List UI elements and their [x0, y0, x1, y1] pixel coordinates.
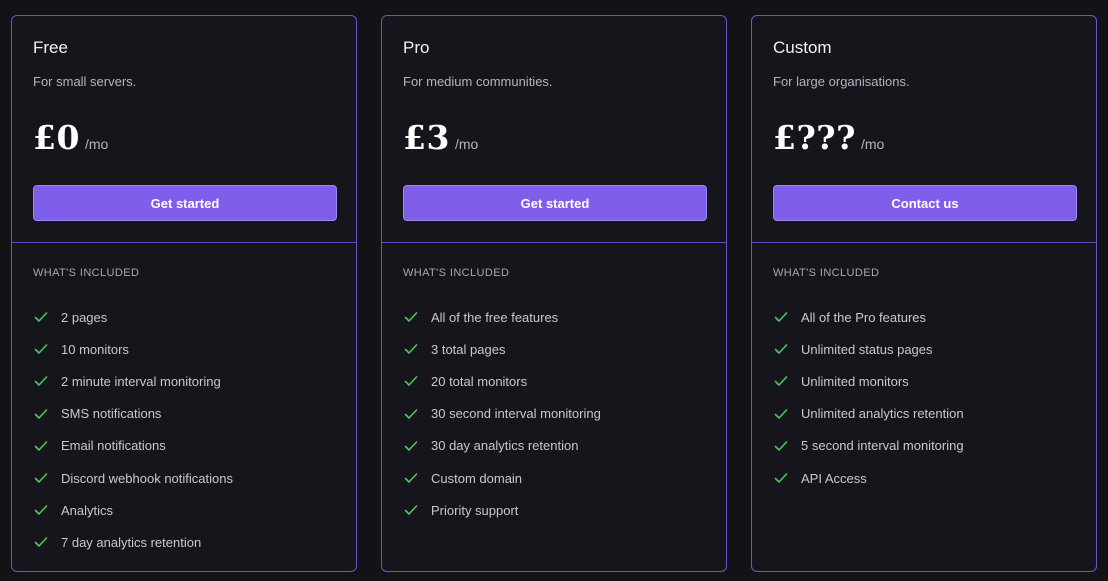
plan-card-free: Free For small servers. £0 /mo Get start… — [11, 15, 357, 572]
get-started-button[interactable]: Get started — [403, 185, 707, 221]
whats-included-label: WHAT'S INCLUDED — [773, 267, 880, 279]
feature-list: All of the free features 3 total pages 20 … — [403, 301, 601, 526]
plan-header: Custom For large organisations. £??? /mo… — [752, 16, 1096, 243]
plan-description: For small servers. — [33, 74, 137, 89]
get-started-button[interactable]: Get started — [33, 185, 337, 221]
price-row: £0 /mo — [33, 118, 108, 157]
plan-card-custom: Custom For large organisations. £??? /mo… — [751, 15, 1097, 572]
feature-list: 2 pages 10 monitors 2 minute interval moni… — [33, 301, 233, 559]
plan-name: Pro — [403, 38, 430, 57]
check-icon — [404, 505, 418, 516]
feature-label: 20 total monitors — [431, 373, 528, 389]
feature-item: SMS notifications — [33, 398, 233, 430]
plan-price: £??? — [773, 118, 856, 157]
whats-included-label: WHAT'S INCLUDED — [403, 267, 510, 279]
feature-label: SMS notifications — [61, 406, 162, 422]
feature-item: 10 monitors — [33, 333, 233, 365]
pricing-plans: Free For small servers. £0 /mo Get start… — [0, 0, 1108, 581]
check-icon — [34, 441, 48, 451]
check-icon — [34, 344, 48, 355]
check-icon — [404, 376, 418, 387]
price-period: /mo — [860, 136, 885, 152]
feature-label: 5 second interval monitoring — [801, 438, 964, 454]
feature-item: 30 day analytics retention — [403, 430, 601, 462]
feature-label: Custom domain — [431, 470, 523, 486]
check-icon — [404, 312, 418, 322]
price-row: £3 /mo — [403, 118, 478, 157]
feature-item: Discord webhook notifications — [33, 462, 233, 494]
feature-item: 2 minute interval monitoring — [33, 365, 233, 397]
feature-item: Unlimited analytics retention — [773, 398, 964, 430]
feature-label: 10 monitors — [61, 341, 129, 357]
price-period: /mo — [84, 136, 109, 152]
check-icon — [34, 505, 48, 516]
plan-name: Free — [33, 38, 68, 57]
contact-us-button[interactable]: Contact us — [773, 185, 1077, 221]
check-icon — [404, 408, 418, 419]
feature-label: 2 pages — [61, 309, 108, 325]
plan-description: For medium communities. — [403, 74, 553, 89]
feature-label: API Access — [801, 470, 867, 486]
price-row: £??? /mo — [773, 118, 884, 157]
check-icon — [34, 473, 48, 483]
check-icon — [774, 473, 788, 483]
feature-label: 30 second interval monitoring — [431, 406, 601, 422]
feature-item: Custom domain — [403, 462, 601, 494]
check-icon — [774, 312, 788, 322]
feature-item: 30 second interval monitoring — [403, 398, 601, 430]
check-icon — [34, 312, 48, 322]
whats-included-label: WHAT'S INCLUDED — [33, 267, 140, 279]
feature-item: Unlimited status pages — [773, 333, 964, 365]
plan-price: £3 — [403, 118, 450, 157]
feature-item: Priority support — [403, 494, 601, 526]
feature-item: Unlimited monitors — [773, 365, 964, 397]
feature-label: 3 total pages — [431, 341, 506, 357]
feature-label: Priority support — [431, 502, 519, 518]
feature-label: All of the Pro features — [801, 309, 927, 325]
check-icon — [34, 537, 48, 548]
feature-label: 7 day analytics retention — [61, 534, 202, 550]
feature-label: Unlimited status pages — [801, 341, 933, 357]
feature-label: 2 minute interval monitoring — [61, 373, 221, 389]
plan-name: Custom — [773, 38, 832, 57]
check-icon — [774, 408, 788, 419]
feature-item: 5 second interval monitoring — [773, 430, 964, 462]
check-icon — [404, 441, 418, 451]
feature-label: Email notifications — [61, 438, 166, 454]
feature-label: Unlimited analytics retention — [801, 406, 964, 422]
feature-item: Analytics — [33, 494, 233, 526]
check-icon — [404, 344, 418, 355]
plan-price: £0 — [33, 118, 80, 157]
feature-label: All of the free features — [431, 309, 559, 325]
check-icon — [774, 344, 788, 355]
feature-label: Analytics — [61, 502, 114, 518]
feature-item: 2 pages — [33, 301, 233, 333]
feature-label: Unlimited monitors — [801, 373, 909, 389]
feature-item: Email notifications — [33, 430, 233, 462]
check-icon — [404, 473, 418, 483]
feature-item: 3 total pages — [403, 333, 601, 365]
plan-header: Free For small servers. £0 /mo Get start… — [12, 16, 356, 243]
plan-card-pro: Pro For medium communities. £3 /mo Get s… — [381, 15, 727, 572]
feature-item: API Access — [773, 462, 964, 494]
feature-item: All of the Pro features — [773, 301, 964, 333]
feature-list: All of the Pro features Unlimited status … — [773, 301, 964, 494]
feature-label: Discord webhook notifications — [61, 470, 233, 486]
feature-item: All of the free features — [403, 301, 601, 333]
feature-item: 20 total monitors — [403, 365, 601, 397]
plan-header: Pro For medium communities. £3 /mo Get s… — [382, 16, 726, 243]
price-period: /mo — [454, 136, 479, 152]
plan-description: For large organisations. — [773, 74, 910, 89]
check-icon — [774, 441, 788, 451]
check-icon — [34, 408, 48, 419]
feature-label: 30 day analytics retention — [431, 438, 579, 454]
check-icon — [774, 376, 788, 387]
check-icon — [34, 376, 48, 387]
feature-item: 7 day analytics retention — [33, 526, 233, 558]
